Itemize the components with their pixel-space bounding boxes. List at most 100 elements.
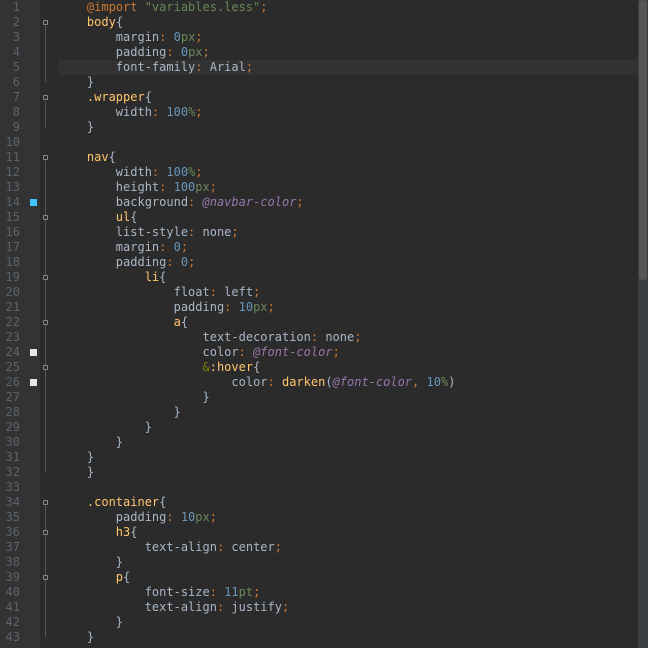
change-marker-icon: [30, 349, 37, 356]
code-line[interactable]: nav{: [58, 150, 648, 165]
fold-toggle-icon[interactable]: [43, 20, 48, 25]
fold-toggle-icon[interactable]: [43, 365, 48, 370]
code-line[interactable]: .container{: [58, 495, 648, 510]
code-area[interactable]: @import "variables.less"; body{ margin: …: [54, 0, 648, 648]
line-number: 39: [4, 570, 20, 585]
code-line[interactable]: margin: 0;: [58, 240, 648, 255]
fold-toggle-icon[interactable]: [43, 155, 48, 160]
code-line[interactable]: list-style: none;: [58, 225, 648, 240]
line-number: 22: [4, 315, 20, 330]
code-line[interactable]: font-size: 11pt;: [58, 585, 648, 600]
line-number: 13: [4, 180, 20, 195]
line-number: 15: [4, 210, 20, 225]
line-number: 20: [4, 285, 20, 300]
line-number: 10: [4, 135, 20, 150]
line-number: 37: [4, 540, 20, 555]
code-line[interactable]: body{: [58, 15, 648, 30]
code-line[interactable]: .wrapper{: [58, 90, 648, 105]
marker-column: [28, 0, 40, 648]
line-number: 27: [4, 390, 20, 405]
code-line[interactable]: [58, 480, 648, 495]
code-line[interactable]: &:hover{: [58, 360, 648, 375]
line-number: 7: [4, 90, 20, 105]
line-number: 32: [4, 465, 20, 480]
line-number: 6: [4, 75, 20, 90]
code-line[interactable]: [58, 135, 648, 150]
code-line[interactable]: ul{: [58, 210, 648, 225]
code-line[interactable]: }: [58, 615, 648, 630]
fold-toggle-icon[interactable]: [43, 320, 48, 325]
line-number: 8: [4, 105, 20, 120]
fold-column[interactable]: [40, 0, 54, 648]
code-line[interactable]: }: [58, 435, 648, 450]
code-line[interactable]: }: [58, 630, 648, 645]
code-line[interactable]: padding: 0px;: [58, 45, 648, 60]
code-line[interactable]: width: 100%;: [58, 105, 648, 120]
line-number: 3: [4, 30, 20, 45]
line-number: 31: [4, 450, 20, 465]
code-line[interactable]: }: [58, 450, 648, 465]
code-line[interactable]: }: [58, 75, 648, 90]
code-editor[interactable]: 1234567891011121314151617181920212223242…: [0, 0, 648, 648]
line-number: 2: [4, 15, 20, 30]
line-number: 23: [4, 330, 20, 345]
code-line[interactable]: @import "variables.less";: [58, 0, 648, 15]
fold-toggle-icon[interactable]: [43, 275, 48, 280]
line-number: 19: [4, 270, 20, 285]
vertical-scrollbar-thumb[interactable]: [639, 0, 647, 280]
line-number: 40: [4, 585, 20, 600]
line-number: 21: [4, 300, 20, 315]
code-line[interactable]: color: @font-color;: [58, 345, 648, 360]
line-number: 41: [4, 600, 20, 615]
code-line[interactable]: text-align: justify;: [58, 600, 648, 615]
code-line[interactable]: li{: [58, 270, 648, 285]
code-line[interactable]: }: [58, 555, 648, 570]
bookmark-marker-icon: [30, 199, 37, 206]
vertical-scrollbar-track[interactable]: [638, 0, 648, 648]
line-number: 34: [4, 495, 20, 510]
line-number-gutter: 1234567891011121314151617181920212223242…: [0, 0, 28, 648]
line-number: 33: [4, 480, 20, 495]
fold-toggle-icon[interactable]: [43, 215, 48, 220]
line-number: 30: [4, 435, 20, 450]
code-line[interactable]: }: [58, 420, 648, 435]
code-line[interactable]: padding: 0;: [58, 255, 648, 270]
line-number: 16: [4, 225, 20, 240]
line-number: 24: [4, 345, 20, 360]
code-line[interactable]: height: 100px;: [58, 180, 648, 195]
code-line[interactable]: p{: [58, 570, 648, 585]
fold-toggle-icon[interactable]: [43, 530, 48, 535]
code-line[interactable]: }: [58, 120, 648, 135]
code-line[interactable]: font-family: Arial;: [58, 60, 648, 75]
line-number: 9: [4, 120, 20, 135]
line-number: 36: [4, 525, 20, 540]
line-number: 25: [4, 360, 20, 375]
code-line[interactable]: text-decoration: none;: [58, 330, 648, 345]
code-line[interactable]: color: darken(@font-color, 10%): [58, 375, 648, 390]
line-number: 42: [4, 615, 20, 630]
code-line[interactable]: margin: 0px;: [58, 30, 648, 45]
code-line[interactable]: a{: [58, 315, 648, 330]
line-number: 1: [4, 0, 20, 15]
fold-toggle-icon[interactable]: [43, 500, 48, 505]
code-line[interactable]: }: [58, 465, 648, 480]
code-line[interactable]: }: [58, 390, 648, 405]
line-number: 28: [4, 405, 20, 420]
code-line[interactable]: background: @navbar-color;: [58, 195, 648, 210]
code-line[interactable]: h3{: [58, 525, 648, 540]
code-line[interactable]: float: left;: [58, 285, 648, 300]
code-line[interactable]: width: 100%;: [58, 165, 648, 180]
code-line[interactable]: text-align: center;: [58, 540, 648, 555]
change-marker-icon: [30, 379, 37, 386]
fold-toggle-icon[interactable]: [43, 95, 48, 100]
line-number: 43: [4, 630, 20, 645]
line-number: 35: [4, 510, 20, 525]
fold-toggle-icon[interactable]: [43, 575, 48, 580]
line-number: 11: [4, 150, 20, 165]
code-line[interactable]: padding: 10px;: [58, 300, 648, 315]
code-line[interactable]: padding: 10px;: [58, 510, 648, 525]
line-number: 14: [4, 195, 20, 210]
line-number: 5: [4, 60, 20, 75]
line-number: 4: [4, 45, 20, 60]
code-line[interactable]: }: [58, 405, 648, 420]
